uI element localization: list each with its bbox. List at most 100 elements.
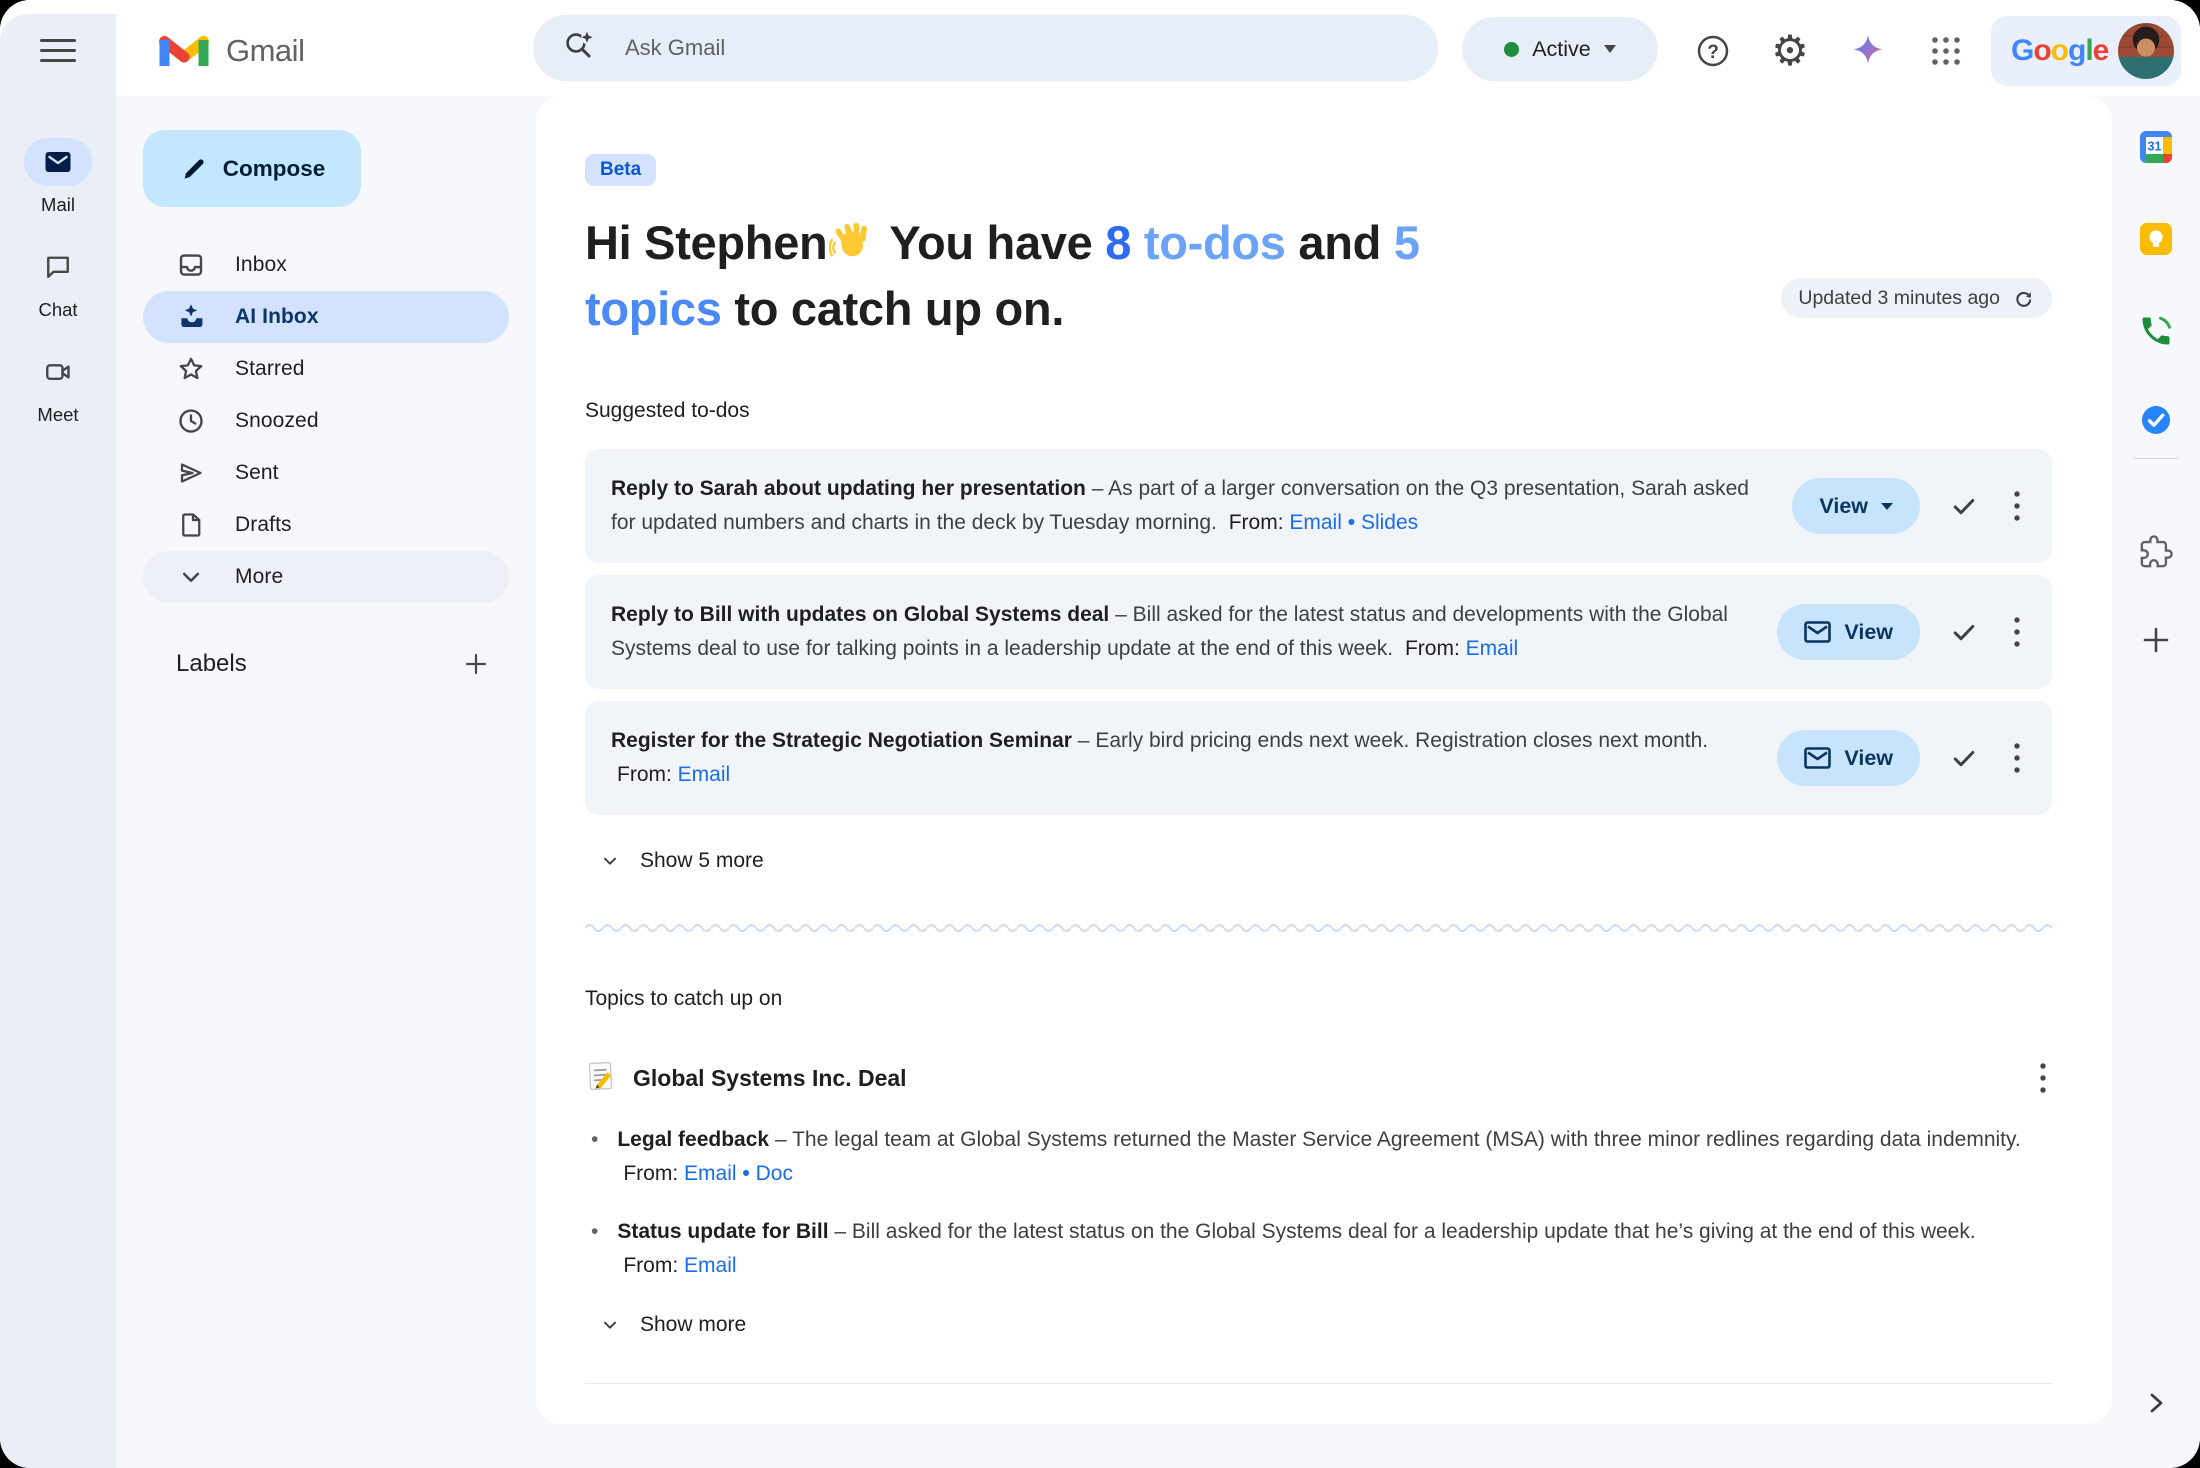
google-account-pill: Google: [1991, 16, 2181, 86]
sidebar-item-label: Drafts: [235, 513, 292, 537]
sidebar-item-snoozed[interactable]: Snoozed: [143, 395, 509, 447]
google-apps-button[interactable]: [1925, 30, 1967, 72]
more-options-button[interactable]: [2008, 737, 2026, 779]
chevron-down-icon: [1604, 45, 1616, 53]
email-link[interactable]: Email: [1466, 637, 1519, 660]
show-more-topic-button[interactable]: Show more: [599, 1313, 746, 1337]
todo-card: Reply to Sarah about updating her presen…: [585, 449, 2052, 563]
mark-done-button[interactable]: [1945, 487, 1983, 525]
add-sidepanel-app-button[interactable]: [2112, 623, 2200, 657]
addons-sidepanel-button[interactable]: [2112, 535, 2200, 569]
todos-count: 8: [1105, 216, 1131, 269]
ai-inbox-panel: Beta Hi Stephen You have 8 to-dos and: [536, 96, 2112, 1424]
topics-section-label: Topics to catch up on: [585, 987, 2052, 1011]
gemini-sparkle-icon: [1848, 31, 1888, 71]
email-link[interactable]: Email: [1289, 511, 1342, 534]
gemini-button[interactable]: [1847, 30, 1889, 72]
plus-icon: [461, 649, 491, 679]
google-keep-icon: [2138, 221, 2174, 257]
main-menu-icon[interactable]: [40, 39, 76, 62]
clock-icon: [176, 406, 206, 436]
wave-emoji: [829, 221, 875, 274]
google-voice-icon: [2138, 313, 2174, 349]
rail-item-label: Meet: [37, 404, 78, 426]
email-link[interactable]: Email: [684, 1162, 737, 1185]
topics-count: 5: [1394, 216, 1420, 269]
todo-text: Reply to Sarah about updating her presen…: [611, 472, 1770, 540]
sidebar-item-inbox[interactable]: Inbox: [143, 239, 509, 291]
help-button[interactable]: ?: [1692, 30, 1734, 72]
nav-list: Inbox AI Inbox Starred Snoozed: [143, 239, 509, 603]
view-email-button[interactable]: View: [1777, 730, 1920, 786]
plus-icon: [2139, 623, 2173, 657]
chevron-right-icon: [2140, 1387, 2172, 1419]
sidebar-item-ai-inbox[interactable]: AI Inbox: [143, 291, 509, 343]
add-label-button[interactable]: [461, 649, 491, 679]
google-tasks-icon: [2138, 402, 2174, 438]
search-input[interactable]: [623, 34, 1410, 62]
topic-options-button[interactable]: [2034, 1057, 2052, 1099]
slides-link[interactable]: Slides: [1361, 511, 1418, 534]
rail-item-chat[interactable]: Chat: [0, 243, 116, 321]
keep-sidepanel-button[interactable]: [2112, 221, 2200, 257]
mark-done-button[interactable]: [1945, 613, 1983, 651]
doc-link[interactable]: Doc: [756, 1162, 793, 1185]
sidebar-item-more[interactable]: More: [143, 551, 509, 603]
view-dropdown-button[interactable]: View: [1792, 478, 1920, 534]
rail-item-mail[interactable]: Mail: [0, 138, 116, 216]
labels-title: Labels: [176, 650, 247, 678]
svg-text:?: ?: [1707, 42, 1719, 63]
rail-item-meet[interactable]: Meet: [0, 348, 116, 426]
todos-section-label: Suggested to-dos: [585, 399, 2052, 423]
sidebar-item-starred[interactable]: Starred: [143, 343, 509, 395]
envelope-icon: [1804, 747, 1831, 769]
envelope-icon: [1804, 621, 1831, 643]
avatar[interactable]: [2118, 23, 2174, 79]
collapse-side-panel-button[interactable]: [2112, 1387, 2200, 1419]
search-bar[interactable]: [533, 15, 1438, 81]
puzzle-piece-icon: [2139, 535, 2173, 569]
mark-done-button[interactable]: [1945, 739, 1983, 777]
chat-pill: [24, 243, 92, 291]
memo-emoji: [585, 1060, 617, 1097]
apps-grid-icon: [1928, 33, 1964, 69]
svg-text:31: 31: [2148, 140, 2162, 154]
chevron-down-icon: [176, 562, 206, 592]
chevron-down-icon: [599, 1314, 621, 1336]
gmail-app-window: Gmail Active ? ⚙: [0, 0, 2200, 1468]
refresh-status-chip[interactable]: Updated 3 minutes ago: [1781, 278, 2052, 318]
ask-gmail-search-icon: [561, 27, 599, 70]
meet-pill: [24, 348, 92, 396]
rail-item-label: Chat: [38, 299, 77, 321]
topic-bullet: • Legal feedback – The legal team at Glo…: [585, 1123, 2041, 1191]
email-link[interactable]: Email: [684, 1254, 737, 1277]
calendar-sidepanel-button[interactable]: 31: [2112, 128, 2200, 166]
rail-item-label: Mail: [41, 194, 75, 216]
show-more-todos-button[interactable]: Show 5 more: [599, 849, 764, 873]
tasks-sidepanel-button[interactable]: [2112, 402, 2200, 438]
sidebar-item-sent[interactable]: Sent: [143, 447, 509, 499]
chevron-down-icon: [599, 850, 621, 872]
check-icon: [1949, 617, 1979, 647]
sidebar-item-drafts[interactable]: Drafts: [143, 499, 509, 551]
compose-button[interactable]: Compose: [143, 130, 361, 207]
kebab-icon: [2012, 489, 2022, 523]
sidebar-item-label: AI Inbox: [235, 305, 319, 329]
gmail-m-icon: [158, 28, 210, 73]
more-options-button[interactable]: [2008, 485, 2026, 527]
voice-sidepanel-button[interactable]: [2112, 313, 2200, 349]
sidebar-item-label: Sent: [235, 461, 279, 485]
more-options-button[interactable]: [2008, 611, 2026, 653]
ai-inbox-icon: [176, 302, 206, 332]
inbox-icon: [176, 250, 206, 280]
google-logo: Google: [2011, 34, 2108, 68]
email-link[interactable]: Email: [678, 763, 731, 786]
sidebar-item-label: Starred: [235, 357, 305, 381]
view-email-button[interactable]: View: [1777, 604, 1920, 660]
settings-button[interactable]: ⚙: [1769, 30, 1811, 72]
wavy-divider: [585, 919, 2052, 937]
google-calendar-icon: 31: [2137, 128, 2175, 166]
page-title: Hi Stephen You have 8 to-dos and 5 topic…: [585, 212, 1835, 339]
status-selector[interactable]: Active: [1462, 17, 1658, 81]
todo-card: Register for the Strategic Negotiation S…: [585, 701, 2052, 815]
